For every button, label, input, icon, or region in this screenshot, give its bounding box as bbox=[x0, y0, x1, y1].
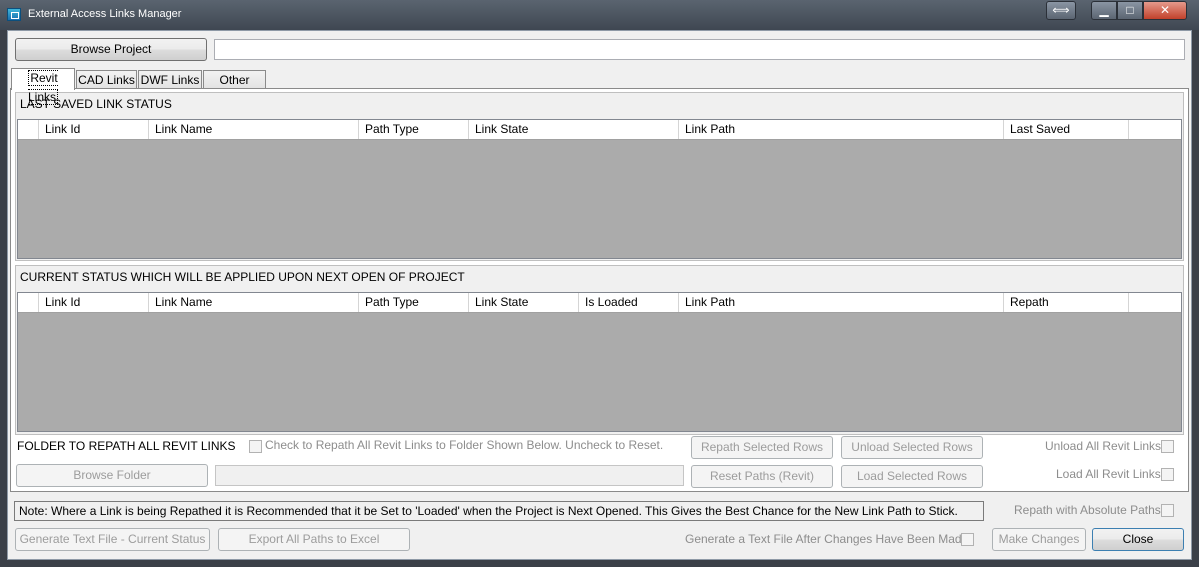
browse-project-button[interactable]: Browse Project bbox=[15, 38, 207, 61]
column-header[interactable]: Link State bbox=[469, 293, 579, 312]
column-header[interactable]: Link Name bbox=[149, 293, 359, 312]
generate-after-label: Generate a Text File After Changes Have … bbox=[685, 532, 969, 546]
repath-all-checkbox[interactable] bbox=[249, 440, 262, 453]
reset-paths-button[interactable]: Reset Paths (Revit) bbox=[691, 465, 833, 488]
current-status-group: CURRENT STATUS WHICH WILL BE APPLIED UPO… bbox=[15, 265, 1184, 435]
absolute-paths-checkbox[interactable] bbox=[1161, 504, 1174, 517]
load-all-checkbox[interactable] bbox=[1161, 468, 1174, 481]
close-button[interactable]: Close bbox=[1092, 528, 1184, 551]
repath-note: Note: Where a Link is being Repathed it … bbox=[14, 501, 984, 521]
column-header[interactable]: Repath bbox=[1004, 293, 1129, 312]
repath-all-checkbox-label: Check to Repath All Revit Links to Folde… bbox=[265, 438, 664, 452]
maximize-icon: □ bbox=[1126, 3, 1134, 17]
column-header[interactable]: Path Type bbox=[359, 120, 469, 139]
last-saved-grid[interactable]: Link Id Link Name Path Type Link State L… bbox=[17, 119, 1182, 259]
tab-cad-links[interactable]: CAD Links bbox=[76, 70, 137, 89]
resize-button[interactable]: ⟺ bbox=[1046, 1, 1076, 20]
absolute-paths-label: Repath with Absolute Paths bbox=[1014, 503, 1161, 517]
title-bar: External Access Links Manager ⟺ ▁ □ ✕ bbox=[0, 0, 1199, 30]
window-title: External Access Links Manager bbox=[28, 8, 182, 20]
tab-revit-links[interactable]: Revit Links bbox=[11, 68, 75, 105]
row-header-corner bbox=[18, 293, 39, 312]
revit-links-panel: LAST SAVED LINK STATUS Link Id Link Name… bbox=[10, 88, 1189, 492]
last-saved-grid-header: Link Id Link Name Path Type Link State L… bbox=[18, 120, 1181, 140]
project-path-field[interactable] bbox=[214, 39, 1185, 60]
column-header[interactable]: Is Loaded bbox=[579, 293, 679, 312]
repath-folder-label: FOLDER TO REPATH ALL REVIT LINKS bbox=[17, 439, 236, 453]
column-header[interactable]: Path Type bbox=[359, 293, 469, 312]
resize-icon: ⟺ bbox=[1052, 3, 1070, 17]
last-saved-group: LAST SAVED LINK STATUS Link Id Link Name… bbox=[15, 92, 1184, 261]
generate-after-checkbox[interactable] bbox=[961, 533, 974, 546]
column-header[interactable]: Link Name bbox=[149, 120, 359, 139]
column-header[interactable]: Link Id bbox=[39, 293, 149, 312]
column-header[interactable]: Link Path bbox=[679, 293, 1004, 312]
current-status-grid[interactable]: Link Id Link Name Path Type Link State I… bbox=[17, 292, 1182, 432]
unload-selected-rows-button[interactable]: Unload Selected Rows bbox=[841, 436, 983, 459]
tab-revit-links-label: Revit Links bbox=[27, 70, 58, 105]
current-status-title: CURRENT STATUS WHICH WILL BE APPLIED UPO… bbox=[20, 270, 465, 284]
export-paths-excel-button[interactable]: Export All Paths to Excel bbox=[218, 528, 410, 551]
minimize-button[interactable]: ▁ bbox=[1091, 1, 1117, 20]
current-status-grid-header: Link Id Link Name Path Type Link State I… bbox=[18, 293, 1181, 313]
tab-dwf-links[interactable]: DWF Links bbox=[138, 70, 202, 89]
close-window-button[interactable]: ✕ bbox=[1143, 1, 1187, 20]
row-header-corner bbox=[18, 120, 39, 139]
column-header[interactable]: Last Saved bbox=[1004, 120, 1129, 139]
repath-folder-field[interactable] bbox=[215, 465, 684, 486]
tab-other-links[interactable]: Other Links bbox=[203, 70, 266, 105]
close-icon: ✕ bbox=[1159, 3, 1171, 17]
unload-all-label: Unload All Revit Links bbox=[1045, 439, 1162, 453]
app-icon bbox=[7, 8, 21, 21]
column-header[interactable]: Link State bbox=[469, 120, 679, 139]
minimize-icon: ▁ bbox=[1099, 3, 1109, 17]
maximize-button[interactable]: □ bbox=[1117, 1, 1143, 20]
unload-all-checkbox[interactable] bbox=[1161, 440, 1174, 453]
generate-current-status-button[interactable]: Generate Text File - Current Status bbox=[15, 528, 210, 551]
load-selected-rows-button[interactable]: Load Selected Rows bbox=[841, 465, 983, 488]
make-changes-button[interactable]: Make Changes bbox=[992, 528, 1086, 551]
window-client-area: Browse Project Revit Links CAD Links DWF… bbox=[7, 30, 1192, 560]
repath-selected-rows-button[interactable]: Repath Selected Rows bbox=[691, 436, 833, 459]
column-header[interactable]: Link Path bbox=[679, 120, 1004, 139]
column-header[interactable]: Link Id bbox=[39, 120, 149, 139]
load-all-label: Load All Revit Links bbox=[1056, 467, 1161, 481]
browse-folder-button[interactable]: Browse Folder bbox=[16, 464, 208, 487]
